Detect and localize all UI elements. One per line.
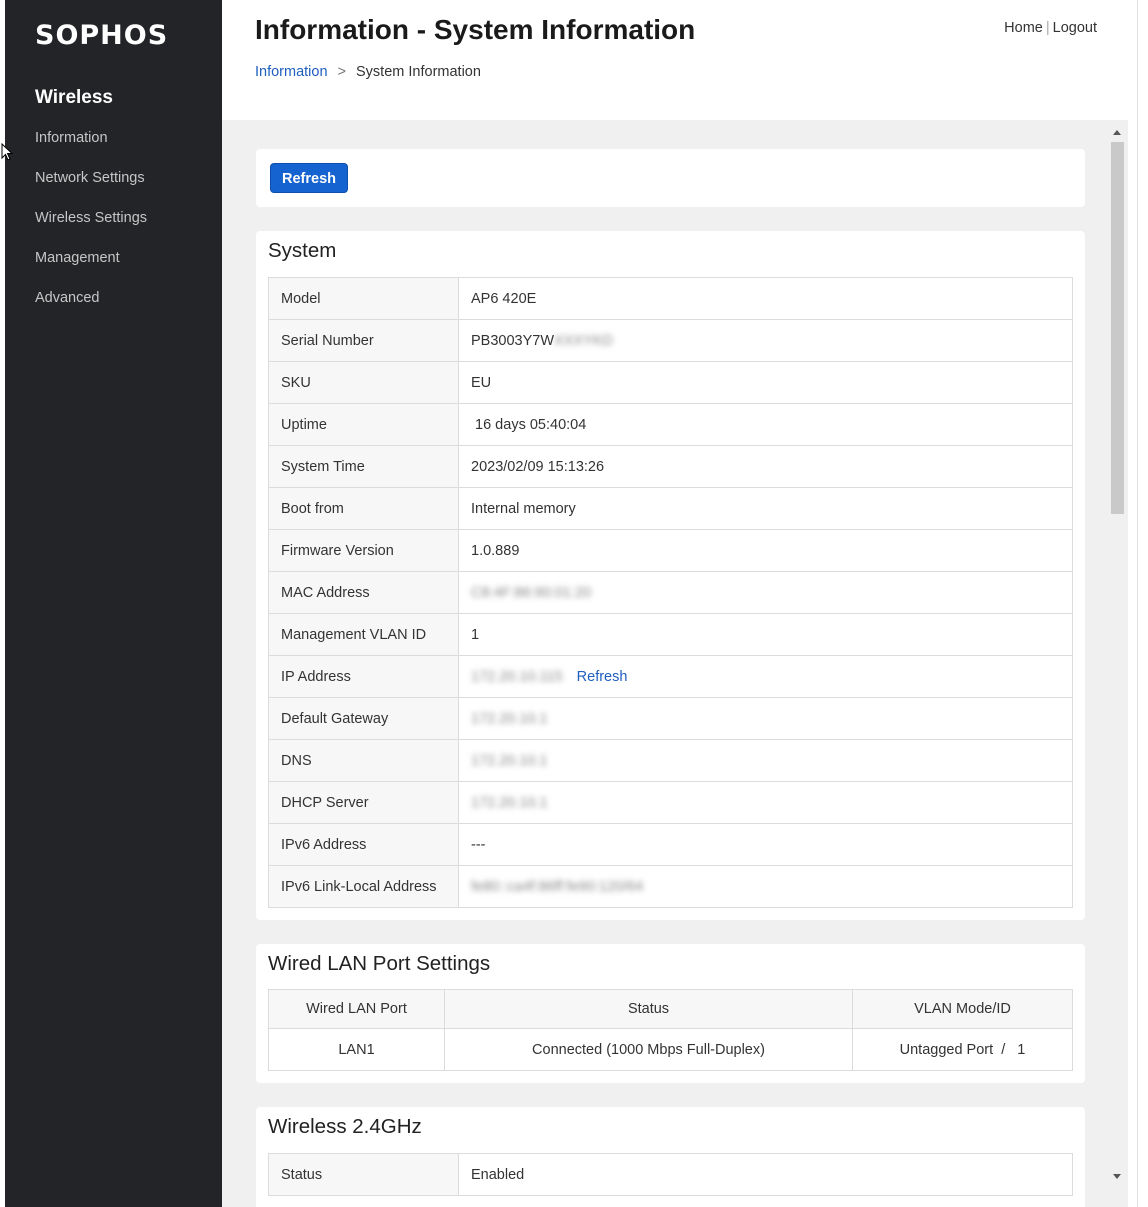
row-label: Management VLAN ID bbox=[268, 613, 459, 656]
row-value: EU bbox=[458, 361, 1073, 404]
redacted-value: C8:4F:86:90:01:20 bbox=[471, 584, 592, 601]
breadcrumb: Information > System Information bbox=[255, 64, 481, 80]
table-row: Uptime 16 days 05:40:04 bbox=[268, 403, 1073, 446]
column-header: VLAN Mode/ID bbox=[852, 989, 1073, 1029]
table-row: Serial Number PB3003Y7WXXXYKD bbox=[268, 319, 1073, 362]
wireless-24ghz-card: Wireless 2.4GHz Status Enabled bbox=[256, 1107, 1085, 1207]
row-label: IPv6 Address bbox=[268, 823, 459, 866]
window-edge-right bbox=[1137, 0, 1148, 1207]
row-label: DNS bbox=[268, 739, 459, 782]
scroll-up-arrow-icon[interactable] bbox=[1113, 130, 1121, 135]
row-value: 1 bbox=[458, 613, 1073, 656]
column-header: Status bbox=[444, 989, 853, 1029]
row-value: Enabled bbox=[458, 1153, 1073, 1196]
row-value: AP6 420E bbox=[458, 277, 1073, 320]
serial-number-value: PB3003Y7W bbox=[471, 332, 555, 349]
sophos-logo: SOPHOS bbox=[35, 20, 169, 51]
redacted-value: 172.20.10.1 bbox=[471, 710, 548, 727]
row-value: --- bbox=[458, 823, 1073, 866]
wired-lan-table: Wired LAN Port Status VLAN Mode/ID LAN1 … bbox=[268, 989, 1073, 1071]
link-separator: | bbox=[1045, 20, 1050, 36]
row-label: System Time bbox=[268, 445, 459, 488]
table-row: IPv6 Address --- bbox=[268, 823, 1073, 866]
table-row: MAC Address C8:4F:86:90:01:20 bbox=[268, 571, 1073, 614]
row-label: SKU bbox=[268, 361, 459, 404]
system-card: System Model AP6 420E Serial Number PB3003… bbox=[256, 231, 1085, 920]
row-label: Default Gateway bbox=[268, 697, 459, 740]
table-row: DHCP Server 172.20.10.1 bbox=[268, 781, 1073, 824]
sidebar-item-information[interactable]: Information bbox=[35, 130, 108, 146]
wired-lan-card: Wired LAN Port Settings Wired LAN Port S… bbox=[256, 944, 1085, 1083]
table-row: IP Address 172.20.10.115 Refresh bbox=[268, 655, 1073, 698]
chevron-right-icon: > bbox=[337, 64, 347, 80]
sidebar-item-advanced[interactable]: Advanced bbox=[35, 290, 100, 306]
table-row: SKU EU bbox=[268, 361, 1073, 404]
mouse-cursor-icon bbox=[1, 143, 13, 161]
scrollbar-thumb[interactable] bbox=[1111, 142, 1124, 514]
sidebar-heading: Wireless bbox=[35, 87, 113, 108]
home-link[interactable]: Home bbox=[1004, 20, 1043, 36]
wireless-24-section-title: Wireless 2.4GHz bbox=[268, 1115, 422, 1138]
row-label: IP Address bbox=[268, 655, 459, 698]
wireless-24-table: Status Enabled bbox=[268, 1153, 1073, 1196]
table-row: Boot from Internal memory bbox=[268, 487, 1073, 530]
table-row: Model AP6 420E bbox=[268, 277, 1073, 320]
sidebar-item-network-settings[interactable]: Network Settings bbox=[35, 170, 145, 186]
row-label: MAC Address bbox=[268, 571, 459, 614]
row-label: Boot from bbox=[268, 487, 459, 530]
row-label: Firmware Version bbox=[268, 529, 459, 572]
breadcrumb-current: System Information bbox=[356, 64, 481, 80]
page-title: Information - System Information bbox=[255, 14, 696, 45]
row-label: Serial Number bbox=[268, 319, 459, 362]
table-cell: Untagged Port / 1 bbox=[852, 1028, 1073, 1071]
table-header-row: Wired LAN Port Status VLAN Mode/ID bbox=[268, 989, 1073, 1029]
table-row: IPv6 Link-Local Address fe80::ca4f:86ff:f… bbox=[268, 865, 1073, 908]
system-section-title: System bbox=[268, 239, 337, 262]
main-content: Refresh System Model AP6 420E Serial Numb… bbox=[222, 120, 1108, 1207]
table-row: System Time 2023/02/09 15:13:26 bbox=[268, 445, 1073, 488]
page-header: Information - System Information Home | Lo… bbox=[222, 0, 1137, 120]
redacted-value: 172.20.10.115 bbox=[471, 668, 563, 685]
table-row: LAN1 Connected (1000 Mbps Full-Duplex) U… bbox=[268, 1028, 1073, 1071]
scroll-down-arrow-icon[interactable] bbox=[1113, 1174, 1121, 1179]
top-links: Home | Logout bbox=[1004, 20, 1097, 36]
table-row: DNS 172.20.10.1 bbox=[268, 739, 1073, 782]
table-cell: LAN1 bbox=[268, 1028, 445, 1071]
logout-link[interactable]: Logout bbox=[1053, 20, 1097, 36]
row-label: Model bbox=[268, 277, 459, 320]
row-label: DHCP Server bbox=[268, 781, 459, 824]
ip-refresh-link[interactable]: Refresh bbox=[577, 669, 628, 685]
redacted-value: 172.20.10.1 bbox=[471, 794, 548, 811]
row-label: Uptime bbox=[268, 403, 459, 446]
table-row: Default Gateway 172.20.10.1 bbox=[268, 697, 1073, 740]
sidebar-item-wireless-settings[interactable]: Wireless Settings bbox=[35, 210, 147, 226]
redacted-value: 172.20.10.1 bbox=[471, 752, 548, 769]
row-label: Status bbox=[268, 1153, 459, 1196]
redacted-value: fe80::ca4f:86ff:fe90:120/64 bbox=[471, 878, 644, 895]
redacted-value: XXXYKD bbox=[554, 332, 613, 349]
column-header: Wired LAN Port bbox=[268, 989, 445, 1029]
row-value: 2023/02/09 15:13:26 bbox=[458, 445, 1073, 488]
system-info-table: Model AP6 420E Serial Number PB3003Y7WXXXY… bbox=[268, 277, 1073, 908]
actions-card: Refresh bbox=[256, 149, 1085, 207]
wired-section-title: Wired LAN Port Settings bbox=[268, 952, 491, 975]
table-row: Management VLAN ID 1 bbox=[268, 613, 1073, 656]
row-value: 1.0.889 bbox=[458, 529, 1073, 572]
sidebar-item-management[interactable]: Management bbox=[35, 250, 120, 266]
row-value: Internal memory bbox=[458, 487, 1073, 530]
breadcrumb-information-link[interactable]: Information bbox=[255, 64, 328, 80]
row-value: 16 days 05:40:04 bbox=[458, 403, 1073, 446]
row-label: IPv6 Link-Local Address bbox=[268, 865, 459, 908]
table-cell: Connected (1000 Mbps Full-Duplex) bbox=[444, 1028, 853, 1071]
refresh-button[interactable]: Refresh bbox=[270, 163, 348, 193]
table-row: Status Enabled bbox=[268, 1153, 1073, 1196]
sidebar: SOPHOS Wireless Information Network Sett… bbox=[5, 0, 222, 1207]
table-row: Firmware Version 1.0.889 bbox=[268, 529, 1073, 572]
